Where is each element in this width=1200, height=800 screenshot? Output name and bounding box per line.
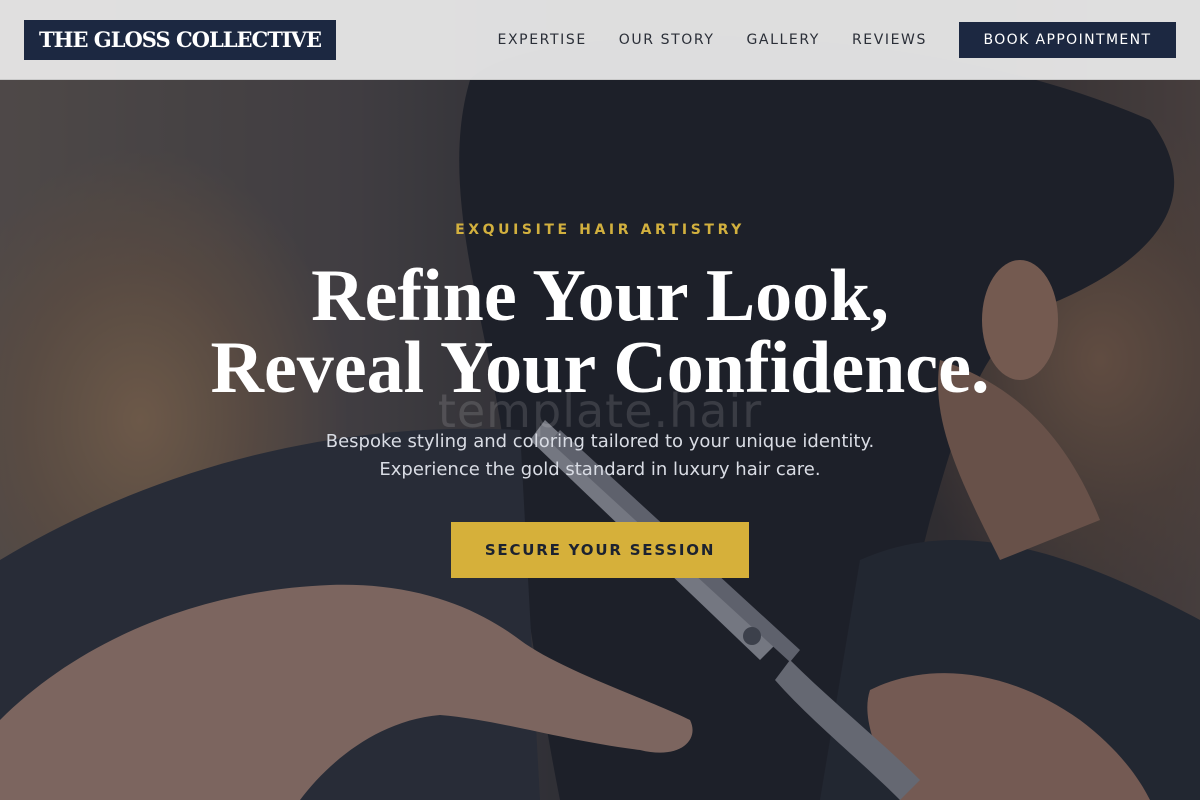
- headline-line-1: Refine Your Look,: [311, 255, 889, 337]
- hero-subtext: Bespoke styling and coloring tailored to…: [0, 428, 1200, 484]
- secure-session-button[interactable]: SECURE YOUR SESSION: [451, 522, 749, 578]
- subtext-line-2: Experience the gold standard in luxury h…: [379, 459, 821, 480]
- subtext-line-1: Bespoke styling and coloring tailored to…: [325, 431, 875, 452]
- hero-eyebrow: EXQUISITE HAIR ARTISTRY: [455, 222, 745, 238]
- hero-content: EXQUISITE HAIR ARTISTRY Refine Your Look…: [0, 0, 1200, 800]
- hero-headline: Refine Your Look, Reveal Your Confidence…: [0, 255, 1200, 405]
